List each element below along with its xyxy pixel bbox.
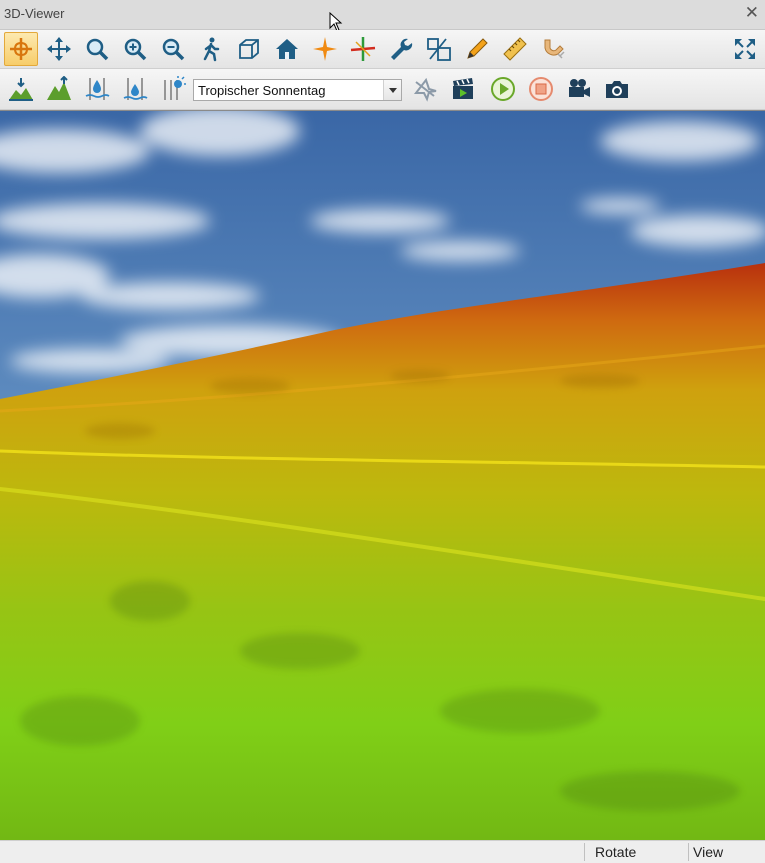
window-titlebar: 3D-Viewer ✕: [0, 0, 765, 30]
pencil-icon: [467, 38, 488, 59]
ruler-icon: [503, 37, 527, 61]
screenshot-button[interactable]: [600, 72, 634, 106]
terrain-down-icon: [9, 78, 33, 101]
water-level-down-icon: [123, 78, 148, 100]
sky-preset-value: Tropischer Sonnentag: [198, 83, 326, 98]
perspective-tool-button[interactable]: [232, 32, 266, 66]
pan-tool-button[interactable]: [42, 32, 76, 66]
stop-button[interactable]: [524, 72, 558, 106]
terrain-toolbar: Tropischer Sonnentag: [0, 69, 765, 110]
status-divider: [584, 843, 585, 861]
zoom-tool-button[interactable]: [80, 32, 114, 66]
play-circle-icon: [491, 77, 515, 101]
mouse-cursor-icon: [329, 12, 343, 32]
video-camera-icon: [569, 79, 590, 97]
terrain-scene[interactable]: [0, 111, 765, 840]
terrain-up-button[interactable]: [42, 72, 76, 106]
color-axis-icon: [350, 37, 376, 61]
scale-tool-button[interactable]: [422, 32, 456, 66]
measure-tool-button[interactable]: [498, 32, 532, 66]
statusbar: Rotate View: [0, 840, 765, 863]
close-icon[interactable]: ✕: [745, 3, 759, 23]
rotate-tool-button[interactable]: [4, 32, 38, 66]
chevron-down-icon[interactable]: [383, 80, 401, 100]
record-video-button[interactable]: [562, 72, 596, 106]
walk-tool-button[interactable]: [194, 32, 228, 66]
status-section: View: [693, 844, 724, 860]
sky-preset-select[interactable]: Tropischer Sonnentag: [193, 79, 402, 101]
walking-person-icon: [203, 37, 220, 62]
orange-star-icon: [313, 37, 337, 61]
light-grid-icon: [164, 76, 186, 100]
zoom-in-icon: [124, 38, 147, 61]
cube-icon: [239, 39, 259, 59]
axis-tool-button[interactable]: [346, 32, 380, 66]
house-icon: [276, 39, 298, 59]
terrain-down-button[interactable]: [4, 72, 38, 106]
water-level-button[interactable]: [80, 72, 114, 106]
main-toolbar: [0, 30, 765, 69]
terrain-up-icon: [47, 76, 71, 100]
move-arrows-icon: [47, 37, 71, 61]
clapperboard-icon: [453, 78, 473, 99]
home-view-button[interactable]: [270, 32, 304, 66]
play-button[interactable]: [486, 72, 520, 106]
wrench-icon: [391, 38, 413, 60]
zoom-in-tool-button[interactable]: [118, 32, 152, 66]
zoom-out-icon: [162, 38, 185, 61]
zoom-out-tool-button[interactable]: [156, 32, 190, 66]
draw-tool-button[interactable]: [460, 32, 494, 66]
status-mode: Rotate: [595, 844, 637, 860]
rotate-crosshair-icon: [10, 38, 32, 60]
plane-disabled-icon: [413, 77, 437, 102]
water-level-icon: [85, 78, 110, 100]
window-title: 3D-Viewer: [4, 6, 65, 21]
status-divider: [688, 843, 689, 861]
3d-viewport[interactable]: [0, 110, 765, 840]
photo-camera-icon: [606, 81, 628, 98]
center-point-button[interactable]: [308, 32, 342, 66]
flight-path-button[interactable]: [408, 72, 442, 106]
fullscreen-button[interactable]: [728, 32, 762, 66]
magnet-icon: [544, 39, 565, 59]
expand-arrows-icon: [735, 39, 755, 59]
scale-squares-icon: [427, 38, 451, 61]
settings-tool-button[interactable]: [384, 32, 418, 66]
stop-circle-icon: [529, 77, 553, 101]
water-level-down-button[interactable]: [118, 72, 152, 106]
light-tool-button[interactable]: [156, 72, 190, 106]
magnifier-icon: [86, 38, 109, 61]
snap-tool-button[interactable]: [536, 32, 570, 66]
clapper-button[interactable]: [446, 72, 480, 106]
